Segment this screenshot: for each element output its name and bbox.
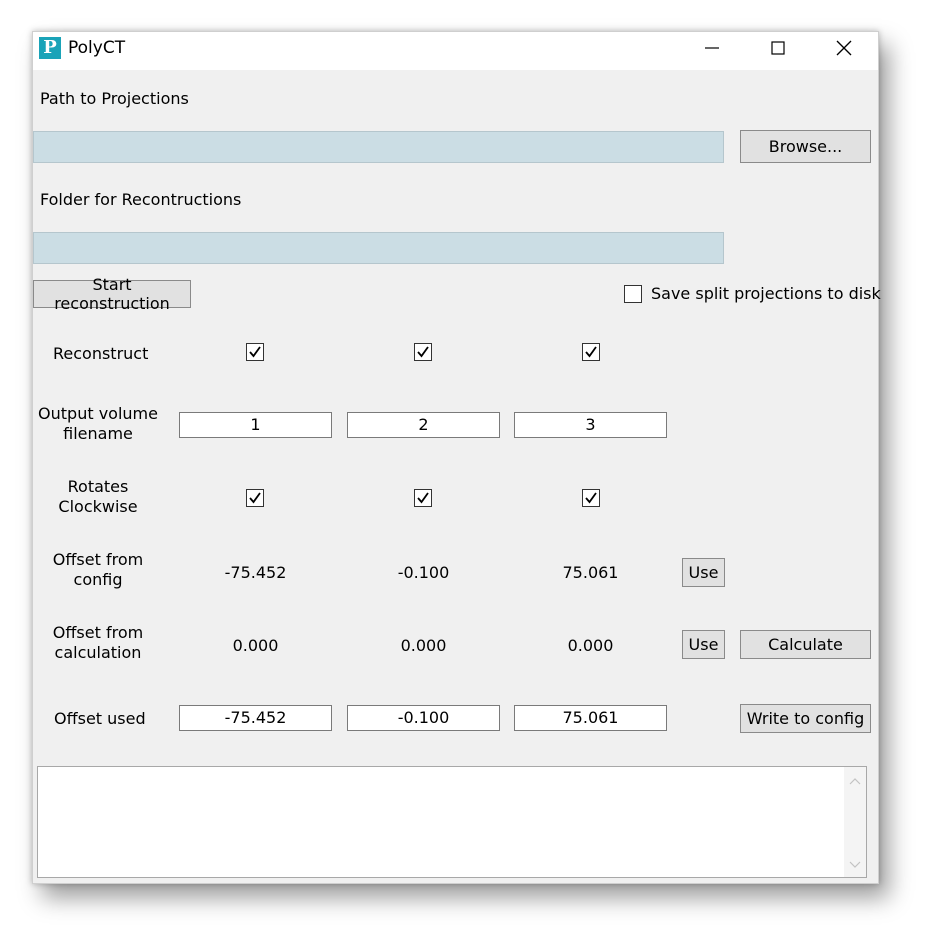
output-filename-label: Output volume filename bbox=[38, 404, 158, 443]
offset-used-input-1[interactable]: -75.452 bbox=[179, 705, 332, 731]
app-logo-icon: P bbox=[39, 37, 61, 59]
projections-path-input[interactable] bbox=[33, 131, 724, 163]
scroll-down-icon[interactable] bbox=[849, 861, 861, 869]
save-split-label: Save split projections to disk bbox=[651, 284, 881, 303]
offset-calc-value-2: 0.000 bbox=[400, 636, 447, 655]
output-filename-input-1[interactable]: 1 bbox=[179, 412, 332, 438]
title-bar: P PolyCT bbox=[33, 32, 878, 70]
offset-used-input-3[interactable]: 75.061 bbox=[514, 705, 667, 731]
use-config-offset-button[interactable]: Use bbox=[682, 558, 725, 587]
rotates-checkbox-3[interactable] bbox=[582, 489, 600, 507]
reconstructions-label: Folder for Recontructions bbox=[40, 190, 242, 209]
browse-button[interactable]: Browse... bbox=[740, 130, 871, 163]
rotates-checkbox-2[interactable] bbox=[414, 489, 432, 507]
rotates-checkbox-1[interactable] bbox=[246, 489, 264, 507]
start-reconstruction-button[interactable]: Start reconstruction bbox=[33, 275, 191, 313]
calculate-button[interactable]: Calculate bbox=[740, 630, 871, 659]
reconstruct-checkbox-1[interactable] bbox=[246, 343, 264, 361]
minimize-icon bbox=[705, 47, 719, 49]
offset-used-label: Offset used bbox=[54, 709, 146, 728]
window-title: PolyCT bbox=[68, 38, 126, 58]
save-split-checkbox[interactable] bbox=[624, 285, 642, 303]
offset-config-value-3: 75.061 bbox=[562, 563, 619, 582]
offset-config-value-1: -75.452 bbox=[224, 563, 287, 582]
close-icon bbox=[836, 40, 852, 56]
offset-used-input-2[interactable]: -0.100 bbox=[347, 705, 500, 731]
log-output-textarea[interactable] bbox=[37, 766, 867, 878]
log-scrollbar[interactable] bbox=[844, 767, 866, 877]
maximize-button[interactable] bbox=[745, 32, 811, 64]
polyct-window: P PolyCT Path to Projections Browse... F… bbox=[32, 31, 881, 884]
rotates-clockwise-label: Rotates Clockwise bbox=[58, 477, 138, 516]
reconstruct-label: Reconstruct bbox=[53, 344, 149, 363]
offset-config-label: Offset from config bbox=[52, 550, 144, 589]
reconstruct-checkbox-2[interactable] bbox=[414, 343, 432, 361]
offset-calc-value-3: 0.000 bbox=[567, 636, 614, 655]
scroll-up-icon[interactable] bbox=[849, 777, 861, 785]
checkmark-icon bbox=[417, 492, 429, 504]
maximize-icon bbox=[771, 41, 785, 55]
write-to-config-button[interactable]: Write to config bbox=[740, 704, 871, 733]
output-filename-input-3[interactable]: 3 bbox=[514, 412, 667, 438]
checkmark-icon bbox=[249, 346, 261, 358]
close-button[interactable] bbox=[811, 32, 877, 64]
projections-label: Path to Projections bbox=[40, 89, 189, 108]
use-calculated-offset-button[interactable]: Use bbox=[682, 630, 725, 659]
offset-config-value-2: -0.100 bbox=[397, 563, 450, 582]
reconstructions-folder-input[interactable] bbox=[33, 232, 724, 264]
checkmark-icon bbox=[585, 346, 597, 358]
minimize-button[interactable] bbox=[679, 32, 745, 64]
checkmark-icon bbox=[417, 346, 429, 358]
offset-calculation-label: Offset from calculation bbox=[52, 623, 144, 662]
offset-calc-value-1: 0.000 bbox=[232, 636, 279, 655]
checkmark-icon bbox=[585, 492, 597, 504]
reconstruct-checkbox-3[interactable] bbox=[582, 343, 600, 361]
checkmark-icon bbox=[249, 492, 261, 504]
output-filename-input-2[interactable]: 2 bbox=[347, 412, 500, 438]
